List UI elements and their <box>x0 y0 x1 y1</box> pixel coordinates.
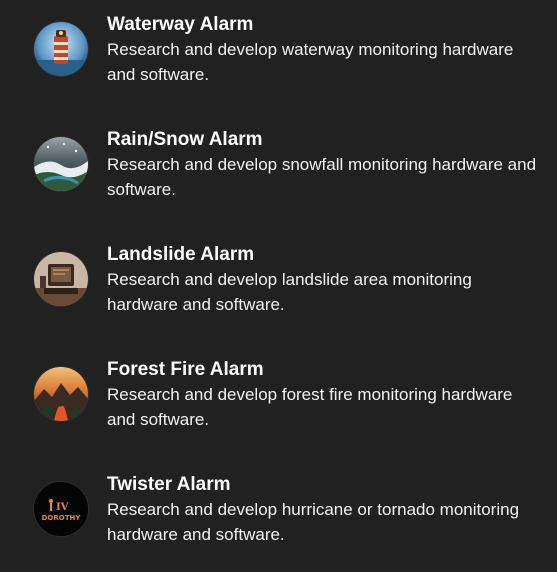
list-item-rain-snow-alarm[interactable]: Rain/Snow Alarm Research and develop sno… <box>0 127 557 227</box>
logo-text-iv: IV <box>56 502 69 513</box>
item-title: Landslide Alarm <box>107 244 255 265</box>
item-title: Forest Fire Alarm <box>107 359 264 380</box>
item-description: Research and develop waterway monitoring… <box>107 40 514 84</box>
list-item-forest-fire-alarm[interactable]: Forest Fire Alarm Research and develop f… <box>0 357 557 457</box>
item-title: Waterway Alarm <box>107 14 254 35</box>
item-description: Research and develop landslide area moni… <box>107 270 472 314</box>
item-description: Research and develop snowfall monitoring… <box>107 155 537 199</box>
item-description: Research and develop forest fire monitor… <box>107 385 513 429</box>
dorothy-logo-icon: IV DOROTHY <box>34 482 88 536</box>
lighthouse-icon <box>34 22 88 76</box>
list-item-landslide-alarm[interactable]: Landslide Alarm Research and develop lan… <box>0 242 557 342</box>
forest-fire-icon <box>34 367 88 421</box>
list-item-waterway-alarm[interactable]: Waterway Alarm Research and develop wate… <box>0 12 557 112</box>
logo-text-dorothy: DOROTHY <box>42 514 82 522</box>
item-title: Twister Alarm <box>107 474 231 495</box>
item-description: Research and develop hurricane or tornad… <box>107 500 520 544</box>
item-title: Rain/Snow Alarm <box>107 129 263 150</box>
list-item-twister-alarm[interactable]: IV DOROTHY Twister Alarm Research and de… <box>0 472 557 572</box>
computer-terminal-icon <box>34 252 88 306</box>
snowy-landscape-icon <box>34 137 88 191</box>
